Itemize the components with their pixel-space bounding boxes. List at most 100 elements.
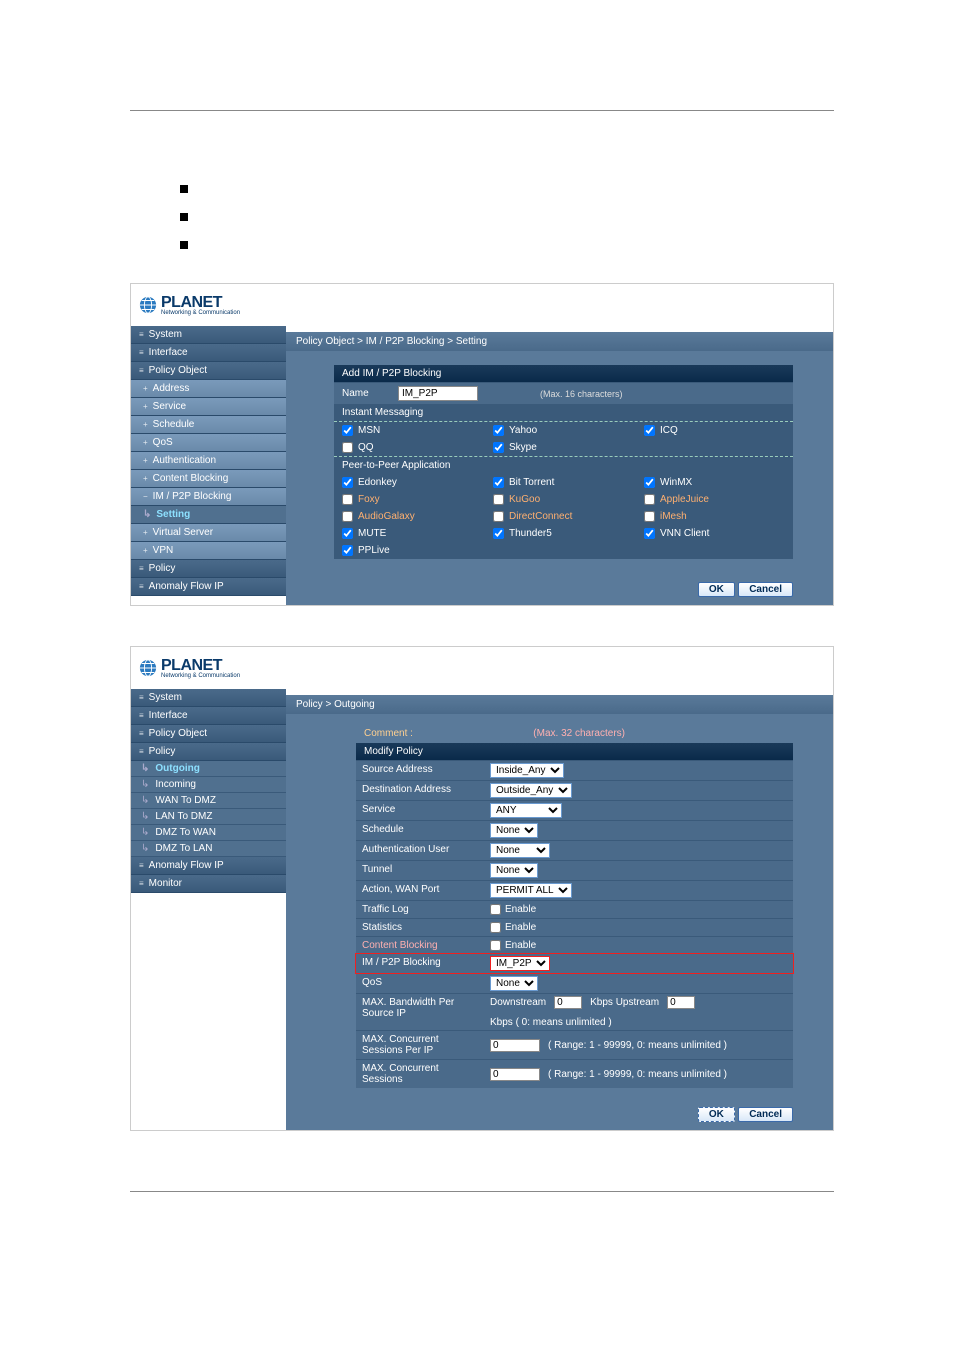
kugoo-checkbox[interactable]: KuGoo (493, 494, 634, 505)
arrow-icon: ↳ (141, 827, 149, 838)
icq-checkbox[interactable]: ICQ (644, 425, 785, 436)
nav-content-blocking[interactable]: +Content Blocking (131, 470, 286, 488)
applejuice-checkbox[interactable]: AppleJuice (644, 494, 785, 505)
vnn-checkbox[interactable]: VNN Client (644, 528, 785, 539)
nav-anomaly[interactable]: ≡Anomaly Flow IP (131, 857, 286, 875)
nav-anomaly[interactable]: ≡Anomaly Flow IP (131, 578, 286, 596)
nav-service[interactable]: +Service (131, 398, 286, 416)
square-bullet-icon (180, 241, 188, 249)
stats-enable-checkbox[interactable]: Enable (490, 922, 536, 933)
src-label: Source Address (356, 761, 484, 780)
nav-policy[interactable]: ≡Policy (131, 560, 286, 578)
menu-icon: ≡ (139, 879, 144, 888)
nav-address[interactable]: +Address (131, 380, 286, 398)
nav-system[interactable]: ≡System (131, 326, 286, 344)
msn-checkbox[interactable]: MSN (342, 425, 483, 436)
winmx-checkbox[interactable]: WinMX (644, 477, 785, 488)
nav-dmz-to-lan[interactable]: ↳DMZ To LAN (131, 841, 286, 857)
nav-authentication[interactable]: +Authentication (131, 452, 286, 470)
nav-interface[interactable]: ≡Interface (131, 344, 286, 362)
plus-icon: + (143, 474, 148, 483)
bw-tail-hint: Kbps ( 0: means unlimited ) (490, 1017, 612, 1028)
sess-hint: ( Range: 1 - 99999, 0: means unlimited ) (548, 1069, 727, 1080)
brand-name: PLANET (161, 657, 222, 674)
directconnect-checkbox[interactable]: DirectConnect (493, 511, 634, 522)
cancel-button[interactable]: Cancel (738, 1107, 793, 1122)
nav-dmz-to-wan[interactable]: ↳DMZ To WAN (131, 825, 286, 841)
menu-icon: ≡ (139, 348, 144, 357)
bullet-item (180, 209, 834, 225)
nav-vpn[interactable]: +VPN (131, 542, 286, 560)
nav-outgoing[interactable]: ↳Outgoing (131, 761, 286, 777)
mute-checkbox[interactable]: MUTE (342, 528, 483, 539)
breadcrumb: Policy > Outgoing (286, 695, 833, 714)
imp2p-label: IM / P2P Blocking (356, 954, 484, 973)
nav-policy[interactable]: ≡Policy (131, 743, 286, 761)
nav-policy-object[interactable]: ≡Policy Object (131, 362, 286, 380)
nav-setting[interactable]: ↳Setting (131, 506, 286, 524)
qq-checkbox[interactable]: QQ (342, 442, 483, 453)
dst-select[interactable]: Outside_Any (490, 783, 572, 798)
brand-tagline: Networking & Communication (161, 310, 240, 316)
skype-checkbox[interactable]: Skype (493, 442, 634, 453)
arrow-icon: ↳ (141, 763, 149, 774)
action-select[interactable]: PERMIT ALL (490, 883, 572, 898)
name-hint: (Max. 16 characters) (540, 389, 623, 399)
name-input[interactable] (398, 386, 478, 401)
plus-icon: + (143, 546, 148, 555)
tunnel-select[interactable]: None (490, 863, 538, 878)
qos-select[interactable]: None (490, 976, 538, 991)
menu-icon: ≡ (139, 861, 144, 870)
upstream-input[interactable] (667, 996, 695, 1009)
downstream-label: Downstream (490, 997, 546, 1008)
foxy-checkbox[interactable]: Foxy (342, 494, 483, 505)
imesh-checkbox[interactable]: iMesh (644, 511, 785, 522)
nav-lan-to-dmz[interactable]: ↳LAN To DMZ (131, 809, 286, 825)
nav-im-p2p-blocking[interactable]: −IM / P2P Blocking (131, 488, 286, 506)
nav-wan-to-dmz[interactable]: ↳WAN To DMZ (131, 793, 286, 809)
audiogalaxy-checkbox[interactable]: AudioGalaxy (342, 511, 483, 522)
downstream-input[interactable] (554, 996, 582, 1009)
menu-icon: ≡ (139, 693, 144, 702)
nav-schedule[interactable]: +Schedule (131, 416, 286, 434)
imp2p-select[interactable]: IM_P2P (490, 956, 550, 971)
qos-label: QoS (356, 974, 484, 993)
thunder5-checkbox[interactable]: Thunder5 (493, 528, 634, 539)
upstream-label: Kbps Upstream (590, 997, 659, 1008)
brand-name: PLANET (161, 294, 222, 311)
nav-monitor[interactable]: ≡Monitor (131, 875, 286, 893)
service-select[interactable]: ANY (490, 803, 562, 818)
nav-interface[interactable]: ≡Interface (131, 707, 286, 725)
sessip-input[interactable] (490, 1039, 540, 1052)
sessip-hint: ( Range: 1 - 99999, 0: means unlimited ) (548, 1040, 727, 1051)
cancel-button[interactable]: Cancel (738, 582, 793, 597)
nav-system[interactable]: ≡System (131, 689, 286, 707)
nav-incoming[interactable]: ↳Incoming (131, 777, 286, 793)
edonkey-checkbox[interactable]: Edonkey (342, 477, 483, 488)
cb-enable-checkbox[interactable]: Enable (490, 940, 536, 951)
breadcrumb: Policy Object > IM / P2P Blocking > Sett… (286, 332, 833, 351)
nav-policy-object[interactable]: ≡Policy Object (131, 725, 286, 743)
traffic-enable-checkbox[interactable]: Enable (490, 904, 536, 915)
bullet-item (180, 237, 834, 253)
src-select[interactable]: Inside_Any (490, 763, 564, 778)
bullet-list (180, 181, 834, 253)
menu-icon: ≡ (139, 747, 144, 756)
im-section-title: Instant Messaging (334, 404, 793, 422)
plus-icon: + (143, 528, 148, 537)
tunnel-label: Tunnel (356, 861, 484, 880)
plus-icon: + (143, 402, 148, 411)
auth-select[interactable]: None (490, 843, 550, 858)
auth-label: Authentication User (356, 841, 484, 860)
nav-virtual-server[interactable]: +Virtual Server (131, 524, 286, 542)
nav-qos[interactable]: +QoS (131, 434, 286, 452)
schedule-select[interactable]: None (490, 823, 538, 838)
pplive-checkbox[interactable]: PPLive (342, 545, 483, 556)
bittorrent-checkbox[interactable]: Bit Torrent (493, 477, 634, 488)
stats-label: Statistics (356, 919, 484, 936)
yahoo-checkbox[interactable]: Yahoo (493, 425, 634, 436)
ok-button[interactable]: OK (698, 1107, 735, 1122)
p2p-section-title: Peer-to-Peer Application (334, 457, 793, 474)
sess-input[interactable] (490, 1068, 540, 1081)
ok-button[interactable]: OK (698, 582, 735, 597)
